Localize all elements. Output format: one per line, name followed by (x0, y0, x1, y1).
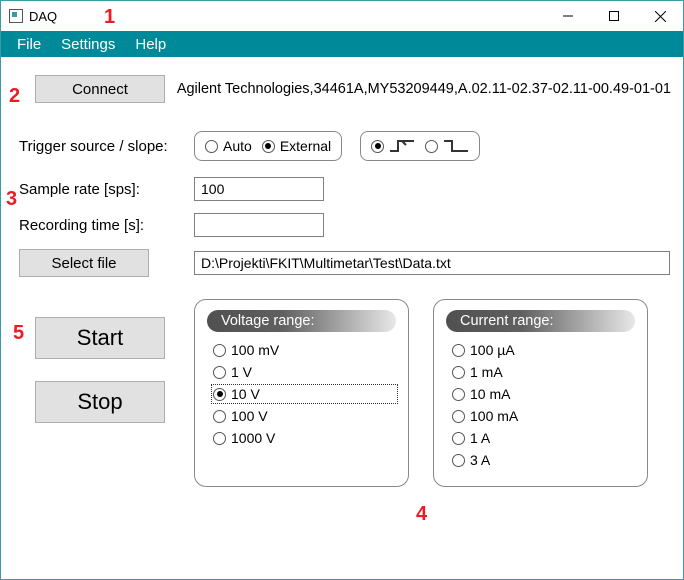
file-path-input[interactable] (194, 251, 670, 275)
current-range-option-3[interactable]: 100 mA (452, 408, 635, 424)
maximize-button[interactable] (591, 1, 637, 31)
recording-time-label: Recording time [s]: (19, 217, 194, 234)
window-title: DAQ (29, 9, 57, 24)
annotation-1: 1 (104, 6, 115, 29)
trigger-slope-falling[interactable] (425, 139, 469, 153)
voltage-range-option-3[interactable]: 100 V (213, 408, 396, 424)
start-button[interactable]: Start (35, 317, 165, 359)
voltage-range-option-2[interactable]: 10 V (213, 386, 396, 402)
device-id-text: Agilent Technologies,34461A,MY53209449,A… (177, 81, 671, 97)
trigger-slope-group (360, 131, 480, 161)
close-button[interactable] (637, 1, 683, 31)
menu-file[interactable]: File (7, 36, 51, 53)
sample-rate-label: Sample rate [sps]: (19, 181, 194, 198)
rising-edge-icon (389, 139, 415, 153)
trigger-source-group: Auto External (194, 131, 342, 161)
current-range-header: Current range: (446, 310, 635, 332)
trigger-source-external[interactable]: External (262, 138, 331, 154)
menu-help[interactable]: Help (125, 36, 176, 53)
current-range-option-5[interactable]: 3 A (452, 452, 635, 468)
annotation-4: 4 (416, 503, 427, 526)
menubar: File Settings Help (1, 31, 683, 57)
trigger-slope-rising[interactable] (371, 139, 415, 153)
recording-time-input[interactable] (194, 213, 324, 237)
current-range-panel: Current range: 100 µA 1 mA 10 mA 100 mA … (433, 299, 648, 487)
menu-settings[interactable]: Settings (51, 36, 125, 53)
sample-rate-input[interactable] (194, 177, 324, 201)
falling-edge-icon (443, 139, 469, 153)
voltage-range-option-0[interactable]: 100 mV (213, 342, 396, 358)
connect-button[interactable]: Connect (35, 75, 165, 103)
voltage-range-option-1[interactable]: 1 V (213, 364, 396, 380)
stop-button[interactable]: Stop (35, 381, 165, 423)
annotation-3: 3 (6, 188, 17, 211)
trigger-source-auto[interactable]: Auto (205, 138, 252, 154)
select-file-button[interactable]: Select file (19, 249, 149, 277)
trigger-label: Trigger source / slope: (19, 138, 194, 155)
voltage-range-option-4[interactable]: 1000 V (213, 430, 396, 446)
annotation-5: 5 (13, 322, 24, 345)
current-range-option-2[interactable]: 10 mA (452, 386, 635, 402)
current-range-option-0[interactable]: 100 µA (452, 342, 635, 358)
minimize-button[interactable] (545, 1, 591, 31)
voltage-range-panel: Voltage range: 100 mV 1 V 10 V 100 V 100… (194, 299, 409, 487)
annotation-2: 2 (9, 85, 20, 108)
current-range-option-4[interactable]: 1 A (452, 430, 635, 446)
app-icon (9, 9, 23, 23)
voltage-range-header: Voltage range: (207, 310, 396, 332)
current-range-option-1[interactable]: 1 mA (452, 364, 635, 380)
